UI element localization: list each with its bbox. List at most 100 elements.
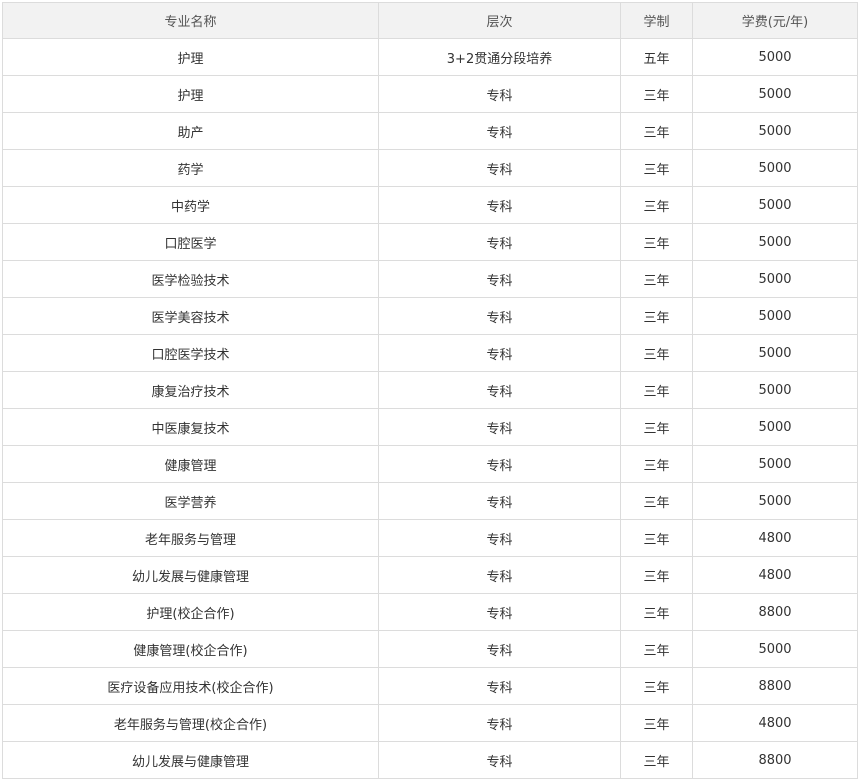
table-row: 幼儿发展与健康管理 专科 三年 4800 xyxy=(2,556,858,594)
cell-major-name: 医学检验技术 xyxy=(2,260,379,298)
cell-duration: 三年 xyxy=(620,519,693,557)
table-header: 专业名称 层次 学制 学费(元/年) xyxy=(2,2,858,39)
cell-duration: 三年 xyxy=(620,223,693,261)
cell-major-name: 口腔医学 xyxy=(2,223,379,261)
cell-duration: 三年 xyxy=(620,556,693,594)
table-row: 健康管理 专科 三年 5000 xyxy=(2,445,858,483)
cell-tuition: 5000 xyxy=(692,297,858,335)
cell-tuition: 5000 xyxy=(692,149,858,187)
cell-level: 专科 xyxy=(378,482,621,520)
cell-major-name: 药学 xyxy=(2,149,379,187)
cell-tuition: 5000 xyxy=(692,260,858,298)
cell-major-name: 医学美容技术 xyxy=(2,297,379,335)
table-row: 助产 专科 三年 5000 xyxy=(2,112,858,150)
cell-level: 专科 xyxy=(378,630,621,668)
table-row: 口腔医学 专科 三年 5000 xyxy=(2,223,858,261)
cell-level: 专科 xyxy=(378,408,621,446)
table-row: 老年服务与管理(校企合作) 专科 三年 4800 xyxy=(2,704,858,742)
table-body: 护理 3+2贯通分段培养 五年 5000 护理 专科 三年 5000 助产 专科 三年 5000 药学专… xyxy=(2,38,858,779)
cell-major-name: 护理 xyxy=(2,38,379,76)
cell-tuition: 5000 xyxy=(692,334,858,372)
cell-level: 专科 xyxy=(378,593,621,631)
cell-duration: 三年 xyxy=(620,408,693,446)
header-level: 层次 xyxy=(378,2,621,39)
table-row: 医学美容技术 专科 三年 5000 xyxy=(2,297,858,335)
cell-level: 专科 xyxy=(378,556,621,594)
cell-duration: 三年 xyxy=(620,445,693,483)
cell-level: 专科 xyxy=(378,371,621,409)
cell-duration: 三年 xyxy=(620,593,693,631)
cell-duration: 三年 xyxy=(620,482,693,520)
table-row: 护理 专科 三年 5000 xyxy=(2,75,858,113)
table-row: 中药学 专科 三年 5000 xyxy=(2,186,858,224)
cell-tuition: 5000 xyxy=(692,38,858,76)
cell-duration: 三年 xyxy=(620,667,693,705)
cell-major-name: 中医康复技术 xyxy=(2,408,379,446)
cell-duration: 三年 xyxy=(620,704,693,742)
cell-duration: 三年 xyxy=(620,186,693,224)
table-row: 健康管理(校企合作) 专科 三年 5000 xyxy=(2,630,858,668)
cell-tuition: 8800 xyxy=(692,593,858,631)
cell-major-name: 老年服务与管理 xyxy=(2,519,379,557)
cell-level: 专科 xyxy=(378,704,621,742)
cell-level: 专科 xyxy=(378,297,621,335)
cell-tuition: 5000 xyxy=(692,371,858,409)
header-duration: 学制 xyxy=(620,2,693,39)
table-row: 康复治疗技术 专科 三年 5000 xyxy=(2,371,858,409)
cell-duration: 三年 xyxy=(620,112,693,150)
header-major-name: 专业名称 xyxy=(2,2,379,39)
header-row: 专业名称 层次 学制 学费(元/年) xyxy=(2,2,858,39)
cell-duration: 三年 xyxy=(620,260,693,298)
cell-duration: 三年 xyxy=(620,75,693,113)
cell-major-name: 老年服务与管理(校企合作) xyxy=(2,704,379,742)
cell-tuition: 4800 xyxy=(692,519,858,557)
cell-level: 专科 xyxy=(378,667,621,705)
cell-level: 专科 xyxy=(378,260,621,298)
table-row: 医疗设备应用技术(校企合作) 专科 三年 8800 xyxy=(2,667,858,705)
cell-level: 专科 xyxy=(378,519,621,557)
header-tuition: 学费(元/年) xyxy=(692,2,858,39)
cell-tuition: 5000 xyxy=(692,445,858,483)
cell-duration: 三年 xyxy=(620,630,693,668)
cell-major-name: 护理(校企合作) xyxy=(2,593,379,631)
cell-tuition: 4800 xyxy=(692,556,858,594)
cell-duration: 三年 xyxy=(620,741,693,779)
cell-tuition: 5000 xyxy=(692,75,858,113)
cell-level: 专科 xyxy=(378,445,621,483)
cell-level: 专科 xyxy=(378,223,621,261)
cell-tuition: 8800 xyxy=(692,667,858,705)
cell-tuition: 5000 xyxy=(692,112,858,150)
cell-level: 专科 xyxy=(378,334,621,372)
table-row: 医学营养 专科 三年 5000 xyxy=(2,482,858,520)
table-row: 护理(校企合作) 专科 三年 8800 xyxy=(2,593,858,631)
table-row: 老年服务与管理 专科 三年 4800 xyxy=(2,519,858,557)
cell-duration: 三年 xyxy=(620,149,693,187)
table-row: 医学检验技术 专科 三年 5000 xyxy=(2,260,858,298)
cell-major-name: 中药学 xyxy=(2,186,379,224)
table-row: 中医康复技术 专科 三年 5000 xyxy=(2,408,858,446)
cell-duration: 五年 xyxy=(620,38,693,76)
tuition-table: 专业名称 层次 学制 学费(元/年) 护理 3+2贯通分段培养 五年 5000 护理 专科… xyxy=(2,2,858,779)
table-row: 幼儿发展与健康管理 专科 三年 8800 xyxy=(2,741,858,779)
cell-level: 专科 xyxy=(378,186,621,224)
cell-duration: 三年 xyxy=(620,297,693,335)
cell-level: 3+2贯通分段培养 xyxy=(378,38,621,76)
cell-major-name: 幼儿发展与健康管理 xyxy=(2,556,379,594)
cell-major-name: 口腔医学技术 xyxy=(2,334,379,372)
table-row: 口腔医学技术 专科 三年 5000 xyxy=(2,334,858,372)
cell-major-name: 医疗设备应用技术(校企合作) xyxy=(2,667,379,705)
cell-major-name: 健康管理 xyxy=(2,445,379,483)
cell-major-name: 康复治疗技术 xyxy=(2,371,379,409)
cell-major-name: 助产 xyxy=(2,112,379,150)
cell-tuition: 8800 xyxy=(692,741,858,779)
table-row: 护理 3+2贯通分段培养 五年 5000 xyxy=(2,38,858,76)
cell-major-name: 医学营养 xyxy=(2,482,379,520)
cell-tuition: 5000 xyxy=(692,482,858,520)
cell-tuition: 5000 xyxy=(692,223,858,261)
cell-tuition: 4800 xyxy=(692,704,858,742)
cell-major-name: 健康管理(校企合作) xyxy=(2,630,379,668)
cell-tuition: 5000 xyxy=(692,186,858,224)
cell-level: 专科 xyxy=(378,112,621,150)
cell-major-name: 幼儿发展与健康管理 xyxy=(2,741,379,779)
cell-duration: 三年 xyxy=(620,334,693,372)
